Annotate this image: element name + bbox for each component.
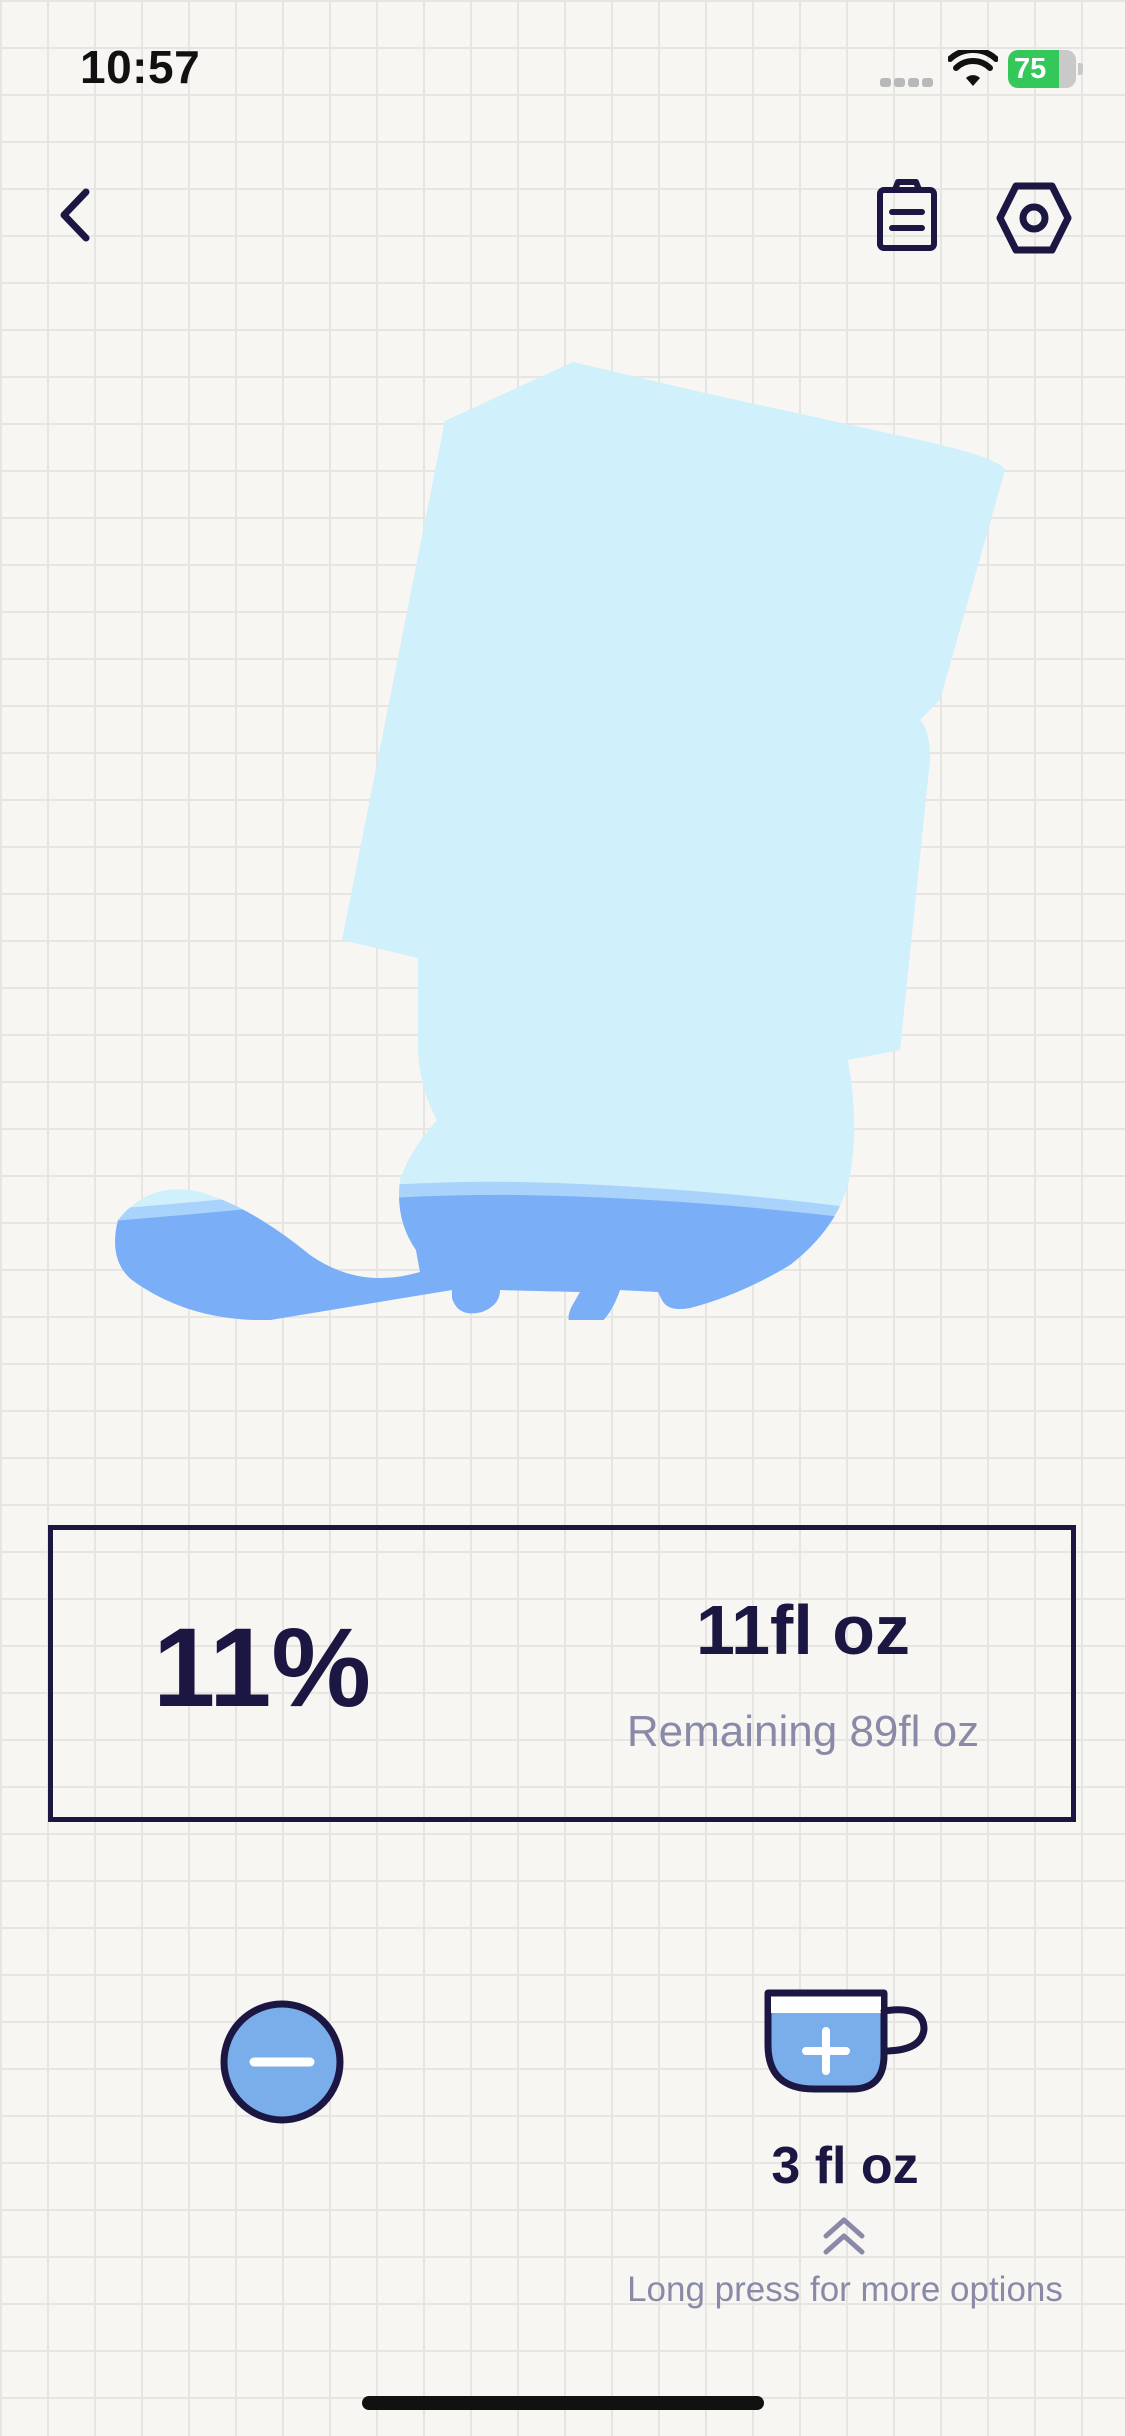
boot-illustration <box>115 362 1005 1320</box>
settings-button[interactable] <box>996 180 1072 256</box>
status-bar: 10:57 75 <box>0 0 1125 130</box>
cup-amount-label[interactable]: 3 fl oz <box>700 2140 990 2192</box>
minus-circle-icon <box>220 2000 344 2124</box>
cup-plus-icon <box>764 1989 928 2093</box>
status-time: 10:57 <box>80 41 201 93</box>
more-options-hint: Long press for more options <box>627 2270 1063 2309</box>
wifi-icon <box>948 50 998 86</box>
clipboard-icon <box>877 179 937 251</box>
consumed-amount: 11fl oz <box>696 1591 910 1669</box>
battery-icon: 75 <box>1008 50 1084 88</box>
remaining-amount: Remaining 89fl oz <box>626 1707 980 1756</box>
water-level <box>115 1181 900 1320</box>
battery-level: 75 <box>1014 53 1047 85</box>
stats-card: 11% 11fl oz Remaining 89fl oz <box>48 1525 1076 1822</box>
chevron-left-icon <box>60 188 90 242</box>
cellular-signal-icon <box>880 74 936 87</box>
back-button[interactable] <box>44 180 114 250</box>
progress-percent: 11% <box>153 1605 371 1730</box>
boot-empty-area <box>115 362 1005 1320</box>
home-indicator[interactable] <box>362 2396 764 2410</box>
remove-drink-button[interactable] <box>218 1998 346 2126</box>
chevron-up-double-icon[interactable] <box>820 2214 868 2258</box>
history-button[interactable] <box>870 178 944 252</box>
hexagon-settings-icon <box>996 182 1072 254</box>
add-drink-button[interactable] <box>762 1985 932 2095</box>
